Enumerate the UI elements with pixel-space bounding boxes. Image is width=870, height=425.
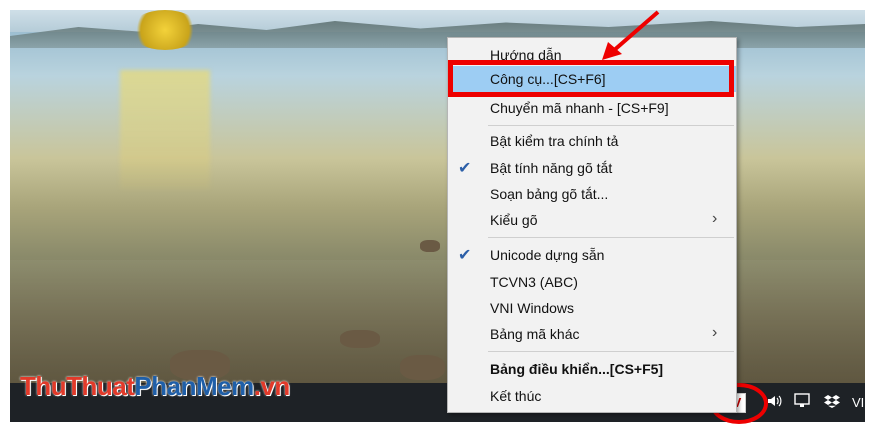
menu-item-label: Soạn bảng gõ tắt... (490, 186, 609, 202)
menu-item-label: Bật tính năng gõ tắt (490, 160, 613, 176)
menu-item-label: Kết thúc (490, 388, 542, 404)
menu-item-label: Bật kiểm tra chính tả (490, 133, 619, 149)
check-icon: ✔ (458, 160, 472, 177)
menu-item-bang-dieu-khien[interactable]: Bảng điều khiển...[CS+F5] (448, 356, 736, 382)
watermark-logo: ThuThuatPhanMem.vn (20, 371, 290, 402)
wallpaper-rock (400, 355, 445, 380)
menu-item-bang-ma-khac[interactable]: Bảng mã khác › (448, 321, 736, 347)
wallpaper-reflection (120, 70, 210, 190)
wallpaper-tree (130, 10, 200, 50)
menu-item-ket-thuc[interactable]: Kết thúc (448, 383, 736, 409)
menu-separator (488, 351, 734, 352)
menu-item-unicode-dung-san[interactable]: ✔ Unicode dựng sẵn (448, 242, 736, 268)
menu-item-label: Chuyển mã nhanh - [CS+F9] (490, 100, 669, 116)
annotation-highlight-box (448, 60, 734, 97)
menu-item-soan-bang-go-tat[interactable]: Soạn bảng gõ tắt... (448, 181, 736, 207)
menu-item-label: Bảng mã khác (490, 326, 580, 342)
wallpaper-rock (420, 240, 440, 252)
menu-item-vni-windows[interactable]: VNI Windows (448, 295, 736, 321)
menu-item-label: Bảng điều khiển...[CS+F5] (490, 361, 664, 377)
wallpaper-rock (340, 330, 380, 348)
menu-item-tcvn3[interactable]: TCVN3 (ABC) (448, 269, 736, 295)
check-icon: ✔ (458, 247, 472, 264)
annotation-arrow (602, 10, 660, 60)
menu-item-label: VNI Windows (490, 300, 575, 316)
menu-separator (488, 237, 734, 238)
menu-separator (488, 125, 734, 126)
menu-item-label: Unicode dựng sẵn (490, 247, 605, 263)
menu-item-label: TCVN3 (ABC) (490, 274, 578, 290)
watermark-part3: .vn (253, 371, 291, 401)
watermark-part1: ThuThuat (20, 371, 135, 401)
volume-icon[interactable] (766, 393, 782, 412)
menu-item-go-tat[interactable]: ✔ Bật tính năng gõ tắt (448, 155, 736, 181)
network-icon[interactable] (794, 392, 812, 412)
language-indicator[interactable]: VIE (852, 395, 870, 410)
dropbox-icon[interactable] (824, 393, 840, 412)
menu-item-chuyen-ma-nhanh[interactable]: Chuyển mã nhanh - [CS+F9] (448, 95, 736, 121)
chevron-right-icon: › (712, 324, 718, 341)
menu-item-kiem-tra-chinh-ta[interactable]: Bật kiểm tra chính tả (448, 128, 736, 154)
menu-item-label: Kiểu gõ (490, 212, 538, 228)
menu-item-kieu-go[interactable]: Kiểu gõ › (448, 207, 736, 233)
chevron-right-icon: › (712, 210, 718, 227)
watermark-part2: PhanMem (134, 371, 254, 401)
system-tray: VIE (760, 392, 870, 412)
